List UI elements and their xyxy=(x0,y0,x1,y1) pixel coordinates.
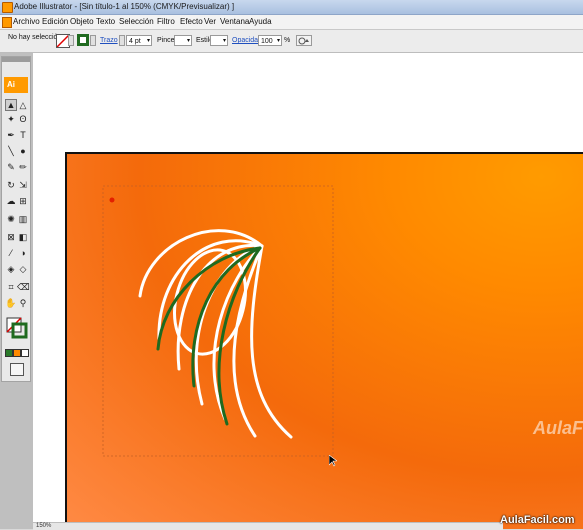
watermark-text: AulaF xyxy=(533,418,583,438)
menu-texto[interactable]: Texto xyxy=(96,17,115,26)
chevron-down-icon: ▾ xyxy=(222,38,226,44)
fill-stroke-indicator[interactable] xyxy=(6,317,28,339)
menu-edicion[interactable]: Edición xyxy=(42,17,68,26)
white-curve-7 xyxy=(250,244,293,439)
style-select[interactable]: ▾ xyxy=(210,35,228,46)
hand-tool-icon[interactable]: ✋ xyxy=(5,297,17,309)
pen-tool-icon[interactable]: ✒ xyxy=(5,129,17,141)
toolbox-panel: Ai ▲ △ ✦ ʘ ✒ T ╲ ● ✎ ✏ ↻ ⇲ ☁ ⊞ ✺ ▥ ⊠ ◧ ⁄… xyxy=(1,56,31,382)
menu-objeto[interactable]: Objeto xyxy=(70,17,94,26)
gradient-button[interactable] xyxy=(13,349,21,357)
document-icon[interactable] xyxy=(2,17,12,28)
magic-wand-tool-icon[interactable]: ✦ xyxy=(5,113,17,125)
rotate-tool-icon[interactable]: ↻ xyxy=(5,179,17,191)
color-button[interactable] xyxy=(5,349,13,357)
artboard[interactable]: AulaF xyxy=(65,152,583,529)
title-bar: Adobe Illustrator - [Sin título-1 al 150… xyxy=(0,0,583,15)
artwork-bounding-box xyxy=(102,185,334,457)
symbol-sprayer-tool-icon[interactable]: ✺ xyxy=(5,213,17,225)
blend-tool-icon[interactable]: ◑ xyxy=(17,247,29,259)
selection-tool-icon[interactable]: ▲ xyxy=(5,99,17,111)
crop-tool-icon[interactable]: ⌗ xyxy=(5,281,17,293)
mouse-cursor-icon xyxy=(329,455,337,467)
opacity-value: 100 xyxy=(261,38,273,45)
none-button[interactable] xyxy=(21,349,29,357)
mesh-tool-icon[interactable]: ⊠ xyxy=(5,231,17,243)
paintbrush-tool-icon[interactable]: ✎ xyxy=(5,161,17,173)
column-graph-tool-icon[interactable]: ▥ xyxy=(17,213,29,225)
stroke-label-link[interactable]: Trazo xyxy=(100,37,118,44)
menu-seleccion[interactable]: Selección xyxy=(119,17,154,26)
zoom-tool-icon[interactable]: ⚲ xyxy=(17,297,29,309)
type-tool-icon[interactable]: T xyxy=(17,129,29,141)
menu-bar: Archivo Edición Objeto Texto Selección F… xyxy=(0,15,583,30)
stroke-dropdown[interactable] xyxy=(90,35,96,46)
pencil-tool-icon[interactable]: ✏ xyxy=(17,161,29,173)
opacity-input[interactable]: 100 ▾ xyxy=(258,35,282,46)
toolbox-grip[interactable] xyxy=(2,57,30,62)
stroke-weight-select[interactable]: 4 pt ▾ xyxy=(126,35,152,46)
eyedropper-tool-icon[interactable]: ⁄ xyxy=(5,247,17,259)
live-paint-selection-tool-icon[interactable]: ◇ xyxy=(17,263,29,275)
menu-filtro[interactable]: Filtro xyxy=(157,17,175,26)
options-icon xyxy=(298,37,309,45)
free-transform-tool-icon[interactable]: ⊞ xyxy=(17,195,29,207)
menu-ver[interactable]: Ver xyxy=(204,17,216,26)
selection-status: No hay selección xyxy=(8,34,62,41)
live-paint-tool-icon[interactable]: ◈ xyxy=(5,263,17,275)
fill-dropdown[interactable] xyxy=(68,35,74,46)
eraser-tool-icon[interactable]: ⌫ xyxy=(17,281,30,293)
menu-ventana[interactable]: Ventana xyxy=(220,17,249,26)
chevron-down-icon: ▾ xyxy=(186,38,190,44)
ellipse-tool-icon[interactable]: ● xyxy=(17,145,29,157)
stroke-weight-value: 4 pt xyxy=(129,38,141,45)
window-title: Adobe Illustrator - [Sin título-1 al 150… xyxy=(14,2,235,11)
gradient-tool-icon[interactable]: ◧ xyxy=(17,231,29,243)
isolate-options-button[interactable] xyxy=(296,35,312,46)
screen-mode-button[interactable] xyxy=(10,363,24,376)
control-bar: No hay selección Trazo 4 pt ▾ Pincel: ▾ E… xyxy=(0,30,583,53)
menu-ayuda[interactable]: Ayuda xyxy=(249,17,272,26)
line-tool-icon[interactable]: ╲ xyxy=(5,145,17,157)
lasso-tool-icon[interactable]: ʘ xyxy=(17,113,29,125)
direct-selection-tool-icon[interactable]: △ xyxy=(17,99,29,111)
brush-select[interactable]: ▾ xyxy=(174,35,192,46)
scale-tool-icon[interactable]: ⇲ xyxy=(17,179,29,191)
anchor-point-marker xyxy=(109,197,115,203)
menu-efecto[interactable]: Efecto xyxy=(180,17,203,26)
ai-badge: Ai xyxy=(4,77,28,93)
stroke-weight-stepper[interactable] xyxy=(119,35,125,46)
brand-watermark: AulaFacil.com xyxy=(500,514,575,526)
green-curves-group xyxy=(156,246,262,426)
opacity-unit: % xyxy=(284,37,291,44)
artwork-canvas[interactable] xyxy=(67,154,583,529)
illustrator-app-icon xyxy=(2,2,13,13)
chevron-down-icon: ▾ xyxy=(146,38,150,44)
menu-archivo[interactable]: Archivo xyxy=(13,17,40,26)
color-mode-buttons[interactable] xyxy=(5,349,29,357)
warp-tool-icon[interactable]: ☁ xyxy=(5,195,17,207)
stroke-swatch[interactable] xyxy=(77,34,89,46)
chevron-down-icon: ▾ xyxy=(276,38,280,44)
